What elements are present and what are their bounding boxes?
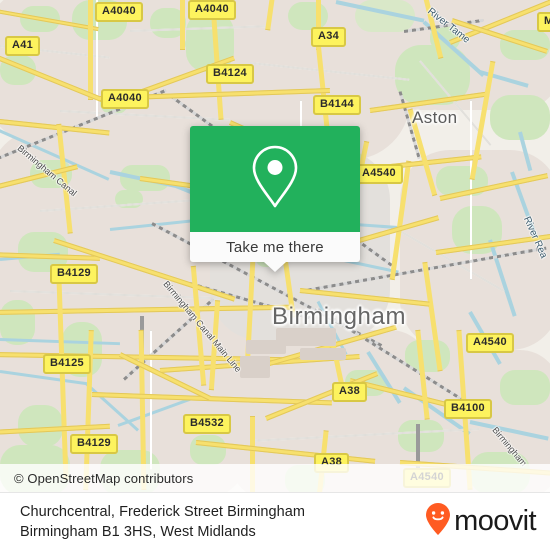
map-attribution: © OpenStreetMap contributors xyxy=(0,464,550,492)
road-shield-a4040[interactable]: A4040 xyxy=(101,89,149,109)
location-popup-card[interactable]: Take me there xyxy=(190,126,360,272)
attribution-text: © OpenStreetMap contributors xyxy=(14,470,194,486)
landuse-park xyxy=(500,370,550,405)
footer-bar: Churchcentral, Frederick Street Birmingh… xyxy=(0,492,550,550)
take-me-there-label: Take me there xyxy=(226,238,324,256)
map-pin-icon xyxy=(249,144,301,215)
building-block xyxy=(240,356,270,378)
road-shield-a4040[interactable]: A4040 xyxy=(188,0,236,20)
road-shield-b4100[interactable]: B4100 xyxy=(444,399,492,419)
moovit-map-screenshot: Birmingham Canal Birmingham Canal Main L… xyxy=(0,0,550,550)
address-block: Churchcentral, Frederick Street Birmingh… xyxy=(20,502,305,542)
road-shield-b4129[interactable]: B4129 xyxy=(70,434,118,454)
moovit-pin-icon xyxy=(425,502,451,541)
place-label-aston: Aston xyxy=(412,108,458,127)
building-block xyxy=(246,340,286,354)
road-shield-m6[interactable]: M6 xyxy=(537,12,550,32)
address-line-1: Churchcentral, Frederick Street Birmingh… xyxy=(20,503,305,520)
road-shield-b4129[interactable]: B4129 xyxy=(50,264,98,284)
building-block xyxy=(300,348,346,360)
popup-icon-area xyxy=(190,126,360,232)
popup-pointer-tail xyxy=(264,262,286,272)
take-me-there-button[interactable]: Take me there xyxy=(190,232,360,262)
moovit-wordmark: moovit xyxy=(454,505,536,537)
road-shield-a4540[interactable]: A4540 xyxy=(355,164,403,184)
road-shield-b4125[interactable]: B4125 xyxy=(43,354,91,374)
road-shield-b4532[interactable]: B4532 xyxy=(183,414,231,434)
motorway xyxy=(180,0,185,50)
road-shield-b4124[interactable]: B4124 xyxy=(206,64,254,84)
landuse-park xyxy=(185,36,205,52)
address-line-2: Birmingham B1 3HS, West Midlands xyxy=(20,523,256,540)
landuse-park xyxy=(288,2,328,30)
road-shield-a34[interactable]: A34 xyxy=(311,27,347,47)
road-shield-a38[interactable]: A38 xyxy=(332,382,368,402)
landuse-park xyxy=(398,420,444,452)
motorway xyxy=(88,0,93,100)
place-label-birmingham: Birmingham xyxy=(272,303,407,330)
road-shield-a4540[interactable]: A4540 xyxy=(466,333,514,353)
road-shield-b4144[interactable]: B4144 xyxy=(313,95,361,115)
moovit-logo[interactable]: moovit xyxy=(425,502,537,541)
road-shield-a41[interactable]: A41 xyxy=(5,36,41,56)
road-shield-a4040[interactable]: A4040 xyxy=(95,2,143,22)
